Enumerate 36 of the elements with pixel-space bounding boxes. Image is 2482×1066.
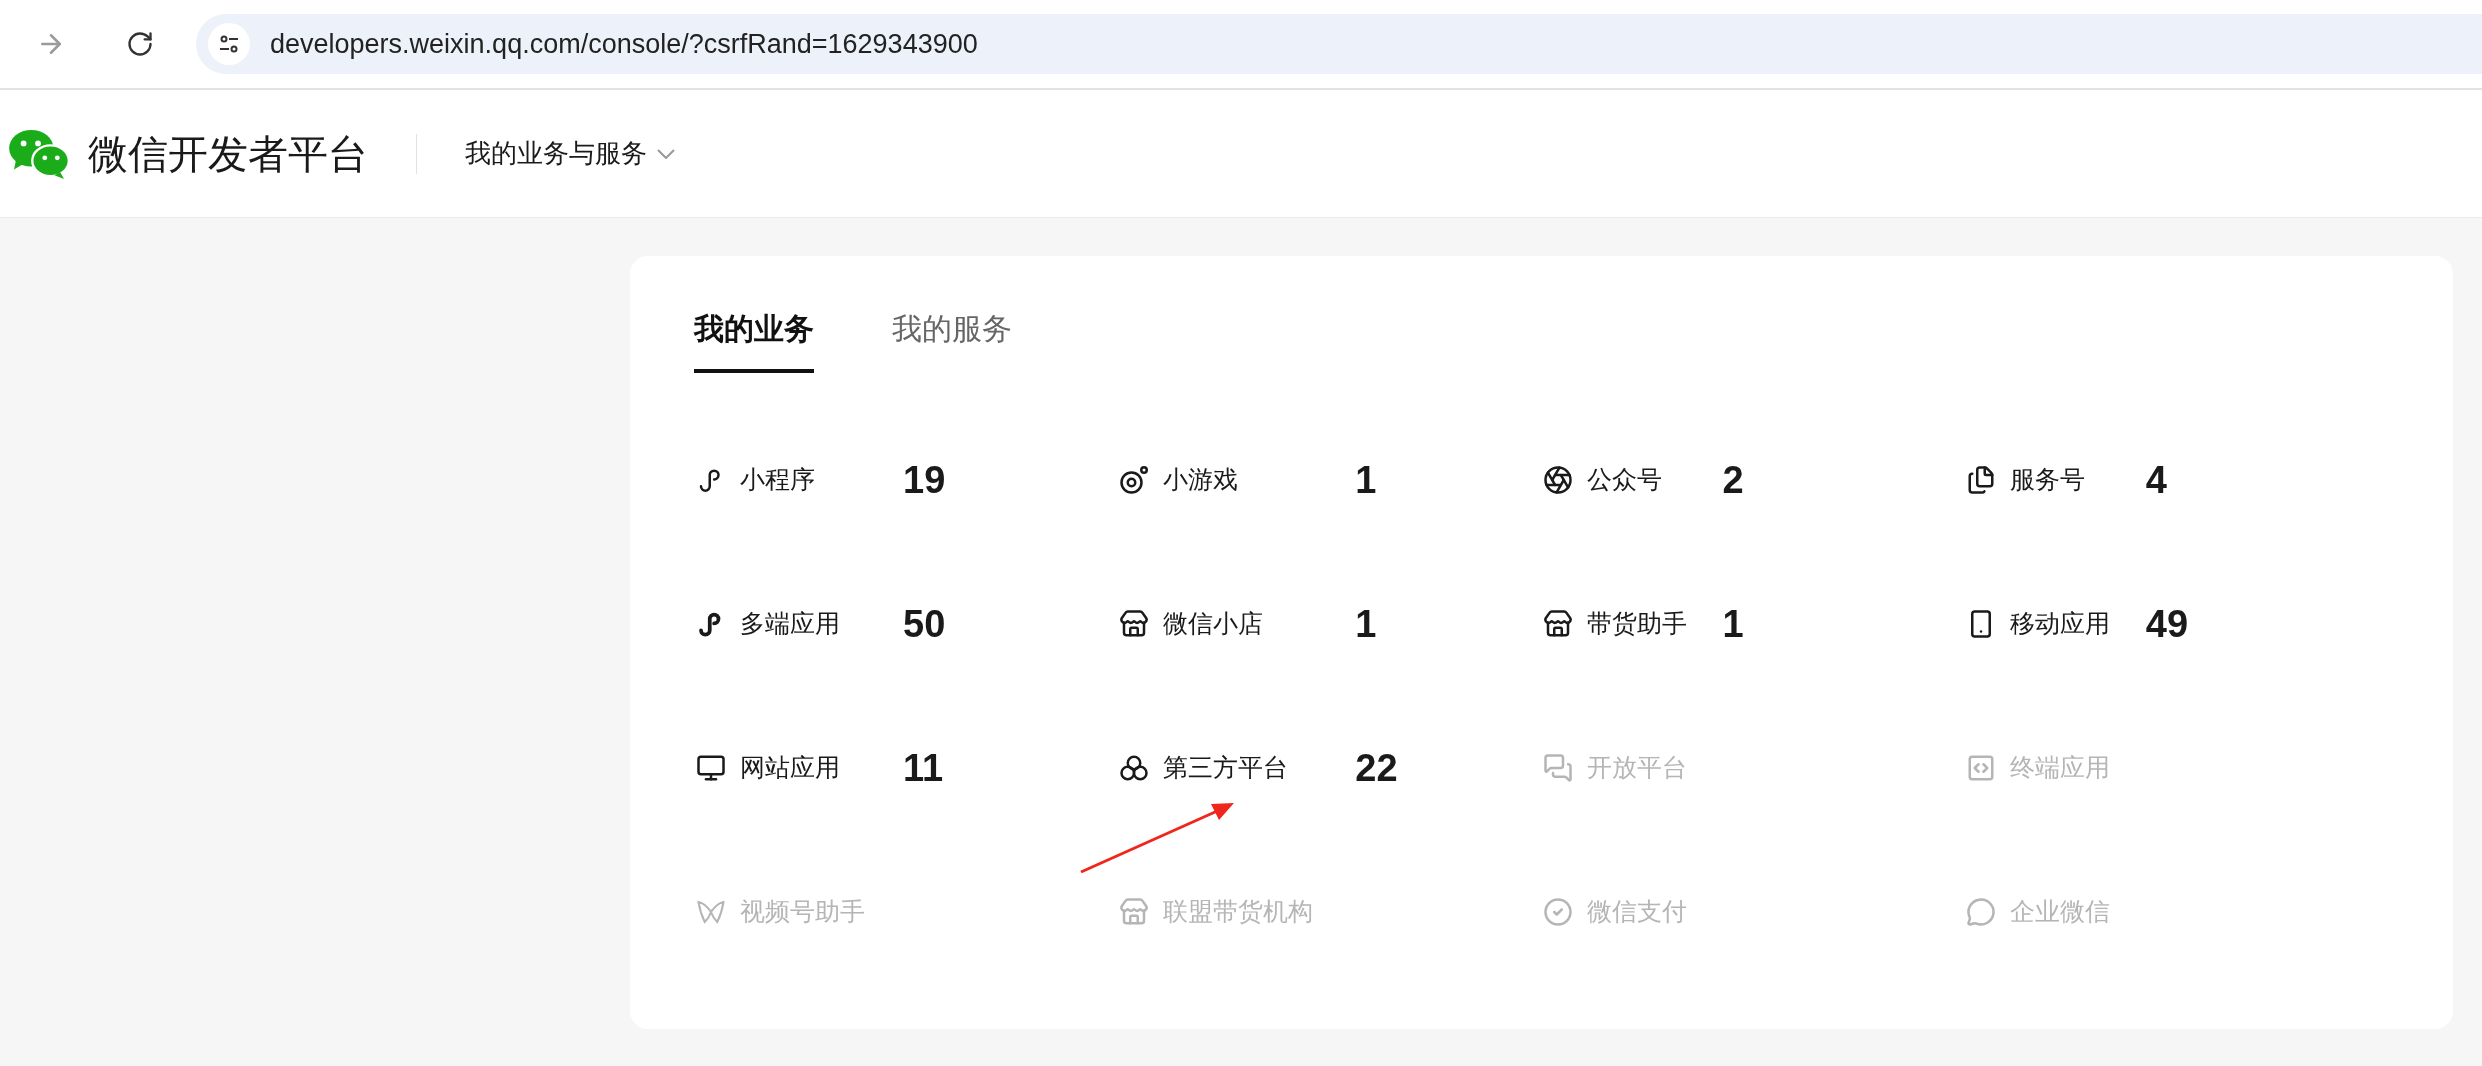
- service-count: 11: [903, 745, 944, 791]
- service-link: 企业微信: [2009, 896, 2111, 928]
- service-count: 1: [1355, 457, 1377, 503]
- service-link[interactable]: 带货助手: [1586, 605, 1723, 643]
- reload-icon[interactable]: [126, 30, 154, 58]
- service-count: 2: [1722, 457, 1744, 503]
- logo-icon: [8, 127, 70, 180]
- site-settings-icon[interactable]: [208, 23, 250, 65]
- url-text: developers.weixin.qq.com/console/?csrfRand=1629343900: [270, 27, 978, 61]
- service-link: 开放平台: [1586, 752, 1688, 784]
- service-link[interactable]: 移动应用: [2009, 605, 2146, 643]
- service-count: 1: [1355, 601, 1377, 647]
- tab[interactable]: 我的业务: [694, 306, 814, 373]
- service-link[interactable]: 微信小店: [1163, 605, 1356, 643]
- service-count: 22: [1355, 745, 1398, 791]
- service-link[interactable]: 网站应用: [740, 749, 903, 787]
- service-link[interactable]: 公众号: [1586, 461, 1723, 499]
- service-count: 1: [1722, 601, 1744, 647]
- service-link[interactable]: 服务号: [2009, 461, 2146, 499]
- site-title: 微信开发者平台: [88, 130, 368, 178]
- service-count: 50: [903, 601, 946, 647]
- service-link: 微信支付: [1586, 896, 1688, 928]
- service-count: 49: [2145, 601, 2189, 647]
- service-link[interactable]: 小游戏: [1163, 461, 1356, 499]
- service-count: 19: [903, 457, 946, 503]
- tab[interactable]: 我的服务: [892, 306, 1012, 373]
- service-link[interactable]: 小程序: [740, 461, 903, 499]
- service-link[interactable]: 第三方平台: [1163, 749, 1356, 787]
- service-link[interactable]: 多端应用: [740, 605, 903, 643]
- address-bar[interactable]: developers.weixin.qq.com/console/?csrfRand=1629343900: [196, 14, 2482, 74]
- services-menu[interactable]: 我的业务与服务: [465, 134, 675, 173]
- service-count: 4: [2145, 457, 2167, 503]
- chevron-down-icon: [657, 148, 675, 159]
- service-link: 联盟带货机构: [1163, 896, 1315, 928]
- service-link: 终端应用: [2009, 752, 2111, 784]
- service-link: 视频号助手: [740, 896, 866, 928]
